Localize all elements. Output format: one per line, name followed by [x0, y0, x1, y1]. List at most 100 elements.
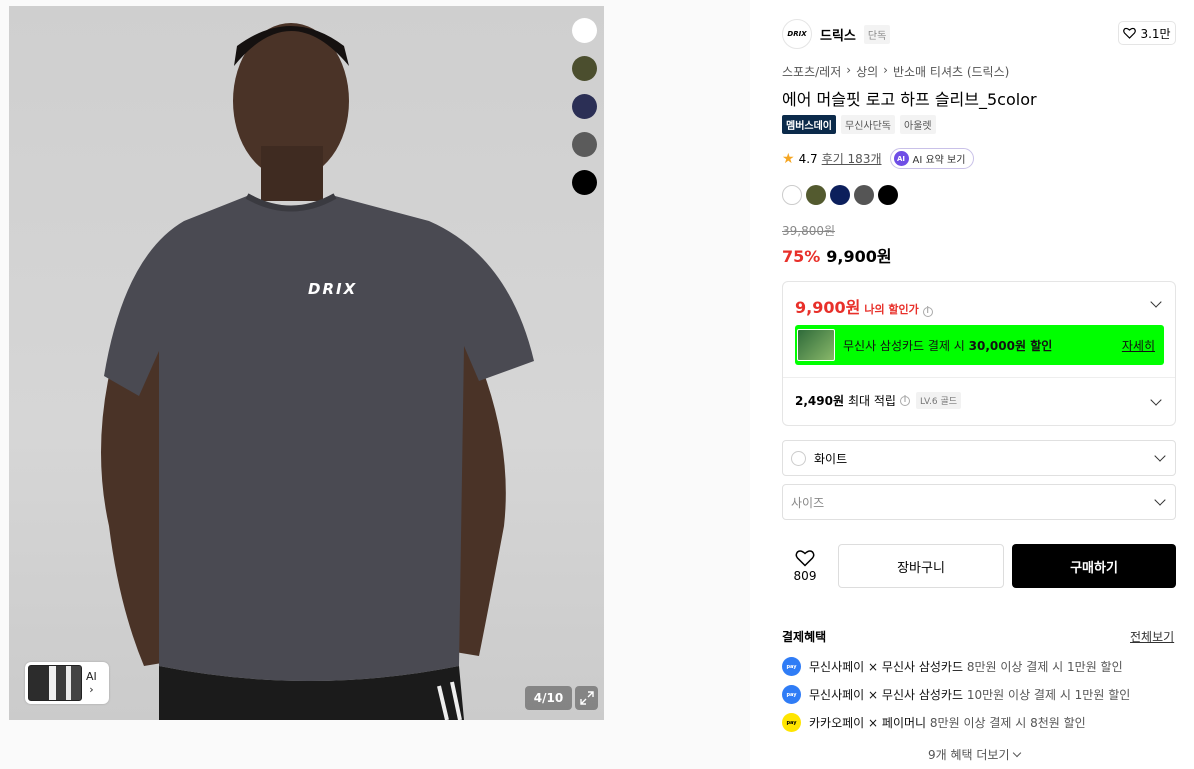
my-price-row[interactable]: 9,900원 나의 할인가 i [795, 294, 933, 318]
musinsa-pay-icon: pay [782, 685, 801, 704]
musinsa-pay-icon: pay [782, 657, 801, 676]
benefit-separator: × [868, 688, 879, 702]
gallery-swatch-column [564, 18, 604, 208]
swatch-navy[interactable] [571, 94, 597, 119]
breadcrumb-item[interactable]: 스포츠/레저 [782, 63, 841, 80]
product-info-panel: DRIX 드릭스 단독 3.1만 스포츠/레저 › 상의 › 반소매 티셔츠 (… [766, 6, 1194, 769]
benefit-separator: × [868, 660, 879, 674]
tag-row: 멤버스데이 무신사단독 아울렛 [782, 115, 936, 134]
rating-value: 4.7 [798, 151, 818, 166]
card-promo-banner[interactable]: 무신사 삼성카드 결제 시 30,000원 할인 자세히 [795, 325, 1164, 365]
color-select-value: 화이트 [814, 451, 848, 466]
ai-summary-button[interactable]: AI AI 요약 보기 [889, 148, 975, 169]
benefit-partner: 페이머니 [881, 716, 927, 730]
points-amount: 2,490원 [795, 394, 844, 408]
swatch-olive[interactable] [571, 56, 597, 81]
swatch-black[interactable] [571, 170, 597, 195]
swatch-gray[interactable] [571, 132, 597, 157]
brand-like-button[interactable]: 3.1만 [1118, 21, 1176, 45]
card-promo-text: 무신사 삼성카드 결제 시 30,000원 할인 [843, 337, 1122, 354]
kakao-pay-icon: pay [782, 713, 801, 732]
buy-now-button[interactable]: 구매하기 [1012, 544, 1176, 588]
thumb-ai-link[interactable]: AI › [86, 670, 97, 696]
card-promo-amount: 30,000원 할인 [968, 338, 1053, 353]
points-row[interactable]: 2,490원 최대 적립 i LV.6 골드 [795, 392, 962, 409]
card-promo-prefix: 무신사 삼성카드 결제 시 [843, 338, 969, 353]
benefit-desc: 10만원 이상 결제 시 1만원 할인 [966, 688, 1131, 702]
chevron-down-icon[interactable] [1150, 394, 1162, 406]
color-chip-black[interactable] [878, 185, 898, 205]
color-select[interactable]: 화이트 [782, 440, 1176, 476]
card-promo-image [797, 329, 835, 361]
review-link[interactable]: 후기 183개 [822, 150, 882, 167]
final-price: 9,900원 [826, 247, 892, 266]
color-chip-olive[interactable] [806, 185, 826, 205]
rating-row: ★ 4.7 후기 183개 AI AI 요약 보기 [782, 148, 975, 169]
benefit-partner: 무신사 삼성카드 [881, 688, 964, 702]
my-price: 9,900원 [795, 298, 861, 317]
benefit-provider: 카카오페이 [809, 716, 865, 730]
chevron-right-icon: › [846, 63, 852, 77]
benefit-provider: 무신사페이 [809, 660, 865, 674]
chevron-down-icon [1154, 450, 1166, 462]
breadcrumb: 스포츠/레저 › 상의 › 반소매 티셔츠 (드릭스) [782, 63, 1009, 80]
tag-musinsa-exclusive: 무신사단독 [841, 115, 895, 134]
purchase-actions: 809 장바구니 구매하기 [782, 544, 1176, 588]
benefit-provider: 무신사페이 [809, 688, 865, 702]
thumbnail-image[interactable] [28, 665, 82, 701]
expand-button[interactable] [575, 686, 598, 710]
like-button[interactable]: 809 [782, 544, 828, 588]
selected-color-swatch [791, 450, 806, 466]
brand-name[interactable]: 드릭스 [820, 25, 856, 44]
chevron-down-icon[interactable] [1150, 296, 1162, 308]
star-icon: ★ [782, 150, 795, 167]
expand-icon [579, 691, 594, 705]
breadcrumb-item[interactable]: 상의 [856, 63, 878, 80]
benefit-partner: 무신사 삼성카드 [881, 660, 964, 674]
benefit-separator: × [868, 716, 879, 730]
info-icon[interactable]: i [899, 395, 910, 406]
divider [783, 377, 1175, 378]
image-counter: 4/10 [525, 686, 572, 710]
swatch-white[interactable] [571, 18, 597, 43]
size-select[interactable]: 사이즈 [782, 484, 1176, 520]
color-chip-navy[interactable] [830, 185, 850, 205]
brand-logo-text: DRIX [787, 30, 807, 38]
benefit-box: 9,900원 나의 할인가 i 무신사 삼성카드 결제 시 30,000원 할인… [782, 281, 1176, 426]
brand-like-count: 3.1만 [1140, 26, 1171, 41]
payment-benefit-item[interactable]: pay 카카오페이 × 페이머니 8만원 이상 결제 시 8천원 할인 [782, 713, 1086, 732]
ai-thumbnail-strip[interactable]: AI › [25, 662, 109, 704]
more-benefits-button[interactable]: 9개 혜택 더보기 [928, 746, 1021, 763]
ai-icon: AI [893, 151, 909, 166]
heart-icon [1123, 27, 1137, 39]
payment-benefits-title: 결제혜택 [782, 630, 827, 644]
color-chip-gray[interactable] [854, 185, 874, 205]
ai-summary-label: AI 요약 보기 [912, 155, 966, 166]
benefit-desc: 8만원 이상 결제 시 1만원 할인 [966, 660, 1123, 674]
payment-benefit-item[interactable]: pay 무신사페이 × 무신사 삼성카드 10만원 이상 결제 시 1만원 할인 [782, 685, 1130, 704]
info-icon[interactable]: i [922, 306, 933, 317]
heart-icon [795, 550, 815, 567]
model-photo [101, 23, 534, 720]
level-badge: LV.6 골드 [915, 392, 962, 409]
exclusive-badge: 단독 [863, 24, 891, 44]
view-all-link[interactable]: 전체보기 [1130, 628, 1174, 645]
payment-benefit-item[interactable]: pay 무신사페이 × 무신사 삼성카드 8만원 이상 결제 시 1만원 할인 [782, 657, 1123, 676]
color-chip-row [782, 185, 898, 205]
add-to-cart-button[interactable]: 장바구니 [838, 544, 1004, 588]
card-detail-link[interactable]: 자세히 [1122, 337, 1155, 354]
benefit-desc: 8만원 이상 결제 시 8천원 할인 [929, 716, 1086, 730]
thumb-ai-label: AI [86, 670, 97, 683]
original-price: 39,800원 [782, 224, 836, 238]
color-chip-white[interactable] [782, 185, 802, 205]
chevron-right-icon: › [89, 683, 94, 696]
chevron-down-icon [1012, 748, 1021, 758]
my-price-label: 나의 할인가 [864, 303, 919, 316]
brand-row[interactable]: DRIX 드릭스 단독 [782, 19, 891, 49]
breadcrumb-item[interactable]: 반소매 티셔츠 (드릭스) [893, 63, 1009, 80]
product-main-image[interactable]: DRIX 4/10 [9, 6, 604, 720]
size-select-placeholder: 사이즈 [791, 495, 825, 510]
price-row: 75% 9,900원 [782, 243, 892, 267]
discount-rate: 75% [782, 247, 821, 266]
brand-logo[interactable]: DRIX [782, 19, 812, 49]
